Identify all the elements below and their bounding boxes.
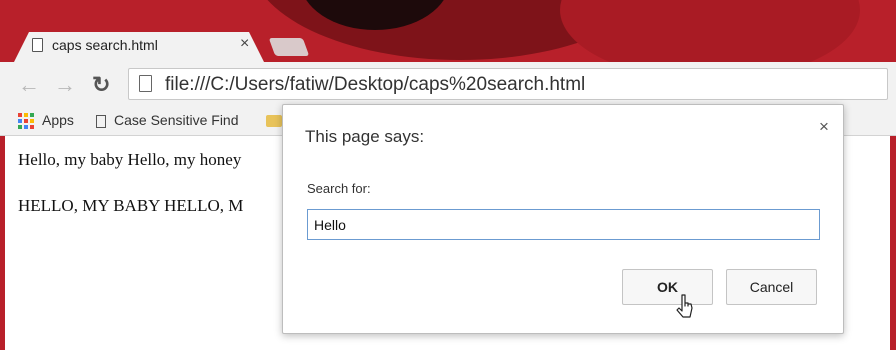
back-arrow-icon[interactable]: ← — [18, 72, 40, 98]
address-bar[interactable]: file:///C:/Users/fatiw/Desktop/caps%20se… — [128, 68, 888, 100]
url-text[interactable]: file:///C:/Users/fatiw/Desktop/caps%20se… — [165, 74, 585, 96]
toolbar: ← → ↻ file:///C:/Users/fatiw/Desktop/cap… — [0, 62, 896, 106]
forward-arrow-icon[interactable]: → — [54, 72, 76, 98]
page-icon — [139, 75, 152, 92]
page-icon — [96, 114, 106, 128]
prompt-dialog: This page says: × Search for: OK Cancel — [282, 104, 844, 334]
tab-strip: caps search.html × — [0, 30, 896, 62]
bookmark-apps[interactable]: Apps — [18, 112, 74, 130]
search-input[interactable] — [307, 209, 820, 240]
tab-close-icon[interactable]: × — [240, 35, 249, 53]
tab-title: caps search.html — [52, 37, 158, 53]
bookmark-apps-label: Apps — [42, 112, 74, 128]
browser-window: caps search.html × ← → ↻ file:///C:/User… — [0, 0, 896, 350]
window-border — [0, 136, 5, 350]
cancel-button[interactable]: Cancel — [726, 269, 817, 305]
folder-icon[interactable] — [266, 115, 282, 127]
search-label: Search for: — [307, 181, 371, 196]
bookmark-case-label: Case Sensitive Find — [114, 112, 239, 128]
mouse-cursor-icon — [676, 294, 693, 318]
bookmark-case-sensitive-find[interactable]: Case Sensitive Find — [96, 112, 239, 128]
ok-button[interactable]: OK — [622, 269, 713, 305]
page-icon — [32, 38, 43, 52]
new-tab-button[interactable] — [268, 38, 310, 56]
reload-icon[interactable]: ↻ — [92, 72, 110, 98]
dialog-close-icon[interactable]: × — [819, 117, 829, 137]
text-line-2: HELLO, MY BABY HELLO, M — [18, 196, 244, 215]
apps-grid-icon — [18, 113, 34, 130]
dialog-title: This page says: — [305, 127, 425, 146]
window-border — [890, 136, 896, 350]
text-line-1: Hello, my baby Hello, my honey — [18, 150, 242, 169]
